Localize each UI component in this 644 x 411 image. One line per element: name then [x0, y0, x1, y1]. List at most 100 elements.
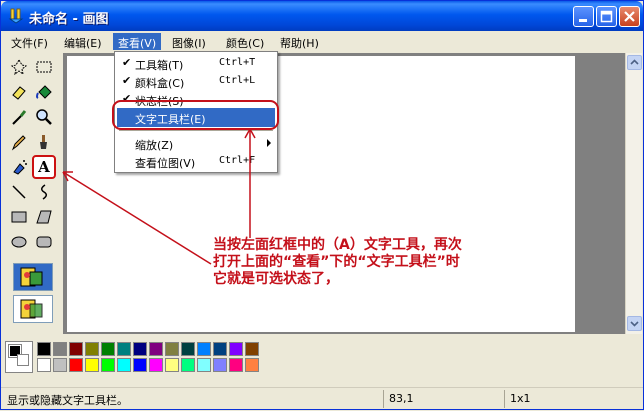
tool-magnifier[interactable] — [32, 105, 56, 129]
pencil-icon — [11, 135, 26, 151]
tool-brush[interactable] — [32, 130, 56, 154]
palette-swatch[interactable] — [197, 358, 211, 372]
submenu-arrow-icon — [267, 139, 271, 147]
airbrush-icon — [13, 160, 27, 175]
close-icon — [624, 11, 635, 22]
background-color — [17, 354, 29, 366]
polygon-icon — [36, 210, 52, 224]
tool-curve[interactable] — [32, 180, 56, 204]
palette-swatch[interactable] — [69, 342, 83, 356]
tool-text[interactable]: A — [32, 155, 56, 179]
palette-swatch[interactable] — [37, 358, 51, 372]
paint-brush-icon — [8, 8, 24, 24]
tool-line[interactable] — [7, 180, 31, 204]
palette-swatch[interactable] — [213, 358, 227, 372]
menu-item-view-bitmap[interactable]: 查看位图(V) Ctrl+F — [117, 152, 275, 171]
palette-swatch[interactable] — [149, 342, 163, 356]
tool-rectangle[interactable] — [7, 205, 31, 229]
palette-swatch[interactable] — [229, 358, 243, 372]
maximize-icon — [600, 10, 613, 23]
fill-option-transparent[interactable] — [13, 263, 53, 291]
color-palette — [1, 336, 643, 386]
fill-bucket-icon — [36, 85, 52, 99]
palette-swatch[interactable] — [117, 358, 131, 372]
menu-item-colorbox[interactable]: ✔ 颜料盒(C) Ctrl+L — [117, 72, 275, 91]
color-picker-icon — [12, 110, 27, 125]
chevron-down-icon — [630, 321, 639, 327]
chevron-up-icon — [630, 59, 639, 65]
menu-item-zoom[interactable]: 缩放(Z) — [117, 134, 275, 153]
tool-eraser[interactable] — [7, 80, 31, 104]
title-bar[interactable]: 未命名 - 画图 — [1, 1, 643, 31]
scroll-up-button[interactable] — [627, 55, 642, 70]
menu-edit[interactable]: 编辑(E) — [59, 33, 107, 50]
menu-image[interactable]: 图像(I) — [167, 33, 211, 50]
palette-swatch[interactable] — [245, 342, 259, 356]
minimize-button[interactable] — [573, 6, 594, 27]
menu-item-statusbar[interactable]: ✔ 状态栏(S) — [117, 90, 275, 109]
palette-swatch[interactable] — [197, 342, 211, 356]
menu-item-toolbox[interactable]: ✔ 工具箱(T) Ctrl+T — [117, 54, 275, 73]
text-tool-icon: A — [38, 158, 50, 176]
menu-bar: 文件(F) 编辑(E) 查看(V) 图像(I) 颜色(C) 帮助(H) — [1, 31, 643, 51]
palette-swatch[interactable] — [69, 358, 83, 372]
palette-swatch[interactable] — [181, 358, 195, 372]
maximize-button[interactable] — [596, 6, 617, 27]
palette-swatch[interactable] — [53, 358, 67, 372]
palette-swatch[interactable] — [101, 342, 115, 356]
scroll-down-button[interactable] — [627, 316, 642, 331]
palette-swatch[interactable] — [229, 342, 243, 356]
rect-select-icon — [36, 61, 52, 73]
window-title: 未命名 - 画图 — [29, 12, 109, 27]
tool-free-select[interactable] — [7, 55, 31, 79]
rectangle-icon — [11, 211, 27, 223]
menu-help[interactable]: 帮助(H) — [275, 33, 324, 50]
palette-swatch[interactable] — [117, 342, 131, 356]
palette-swatch[interactable] — [149, 358, 163, 372]
palette-swatch[interactable] — [245, 358, 259, 372]
palette-swatch[interactable] — [165, 358, 179, 372]
transparent-option-icon — [20, 299, 43, 319]
eraser-icon — [12, 86, 26, 100]
menu-separator — [119, 130, 273, 131]
fill-option-opaque[interactable] — [13, 295, 53, 323]
palette-swatch[interactable] — [53, 342, 67, 356]
view-menu-dropdown: ✔ 工具箱(T) Ctrl+T ✔ 颜料盒(C) Ctrl+L ✔ 状态栏(S)… — [114, 51, 278, 173]
palette-swatch[interactable] — [181, 342, 195, 356]
palette-swatch[interactable] — [37, 342, 51, 356]
status-bar: 显示或隐藏文字工具栏。 83,1 1x1 — [1, 387, 643, 409]
tool-color-picker[interactable] — [7, 105, 31, 129]
tool-pencil[interactable] — [7, 130, 31, 154]
checkmark-icon: ✔ — [122, 74, 132, 87]
line-icon — [12, 185, 26, 199]
palette-swatch[interactable] — [101, 358, 115, 372]
annotation-text: 当按左面红框中的（A）文字工具，再次打开上面的“查看”下的“文字工具栏”时它就是… — [213, 237, 462, 287]
tool-polygon[interactable] — [32, 205, 56, 229]
opaque-option-icon — [20, 267, 43, 287]
rounded-rect-icon — [36, 236, 52, 248]
palette-swatch[interactable] — [213, 342, 227, 356]
menu-colors[interactable]: 颜色(C) — [221, 33, 269, 50]
brush-icon — [40, 135, 47, 149]
status-size: 1x1 — [510, 392, 531, 405]
palette-swatch[interactable] — [133, 358, 147, 372]
tool-rect-select[interactable] — [32, 55, 56, 79]
current-colors[interactable] — [5, 341, 33, 373]
menu-item-text-toolbar[interactable]: 文字工具栏(E) — [117, 108, 275, 127]
close-button[interactable] — [619, 6, 640, 27]
palette-swatch[interactable] — [165, 342, 179, 356]
menu-view[interactable]: 查看(V) — [113, 33, 162, 50]
tool-ellipse[interactable] — [7, 230, 31, 254]
menu-file[interactable]: 文件(F) — [6, 33, 53, 50]
vertical-scrollbar[interactable] — [625, 53, 642, 334]
tool-airbrush[interactable] — [7, 155, 31, 179]
status-divider — [383, 390, 384, 408]
tool-fill[interactable] — [32, 80, 56, 104]
minimize-icon — [579, 19, 587, 22]
palette-swatch[interactable] — [85, 342, 99, 356]
magnifier-icon — [36, 109, 52, 125]
tool-rounded-rect[interactable] — [32, 230, 56, 254]
palette-swatch[interactable] — [133, 342, 147, 356]
palette-swatch[interactable] — [85, 358, 99, 372]
curve-icon — [41, 184, 47, 200]
